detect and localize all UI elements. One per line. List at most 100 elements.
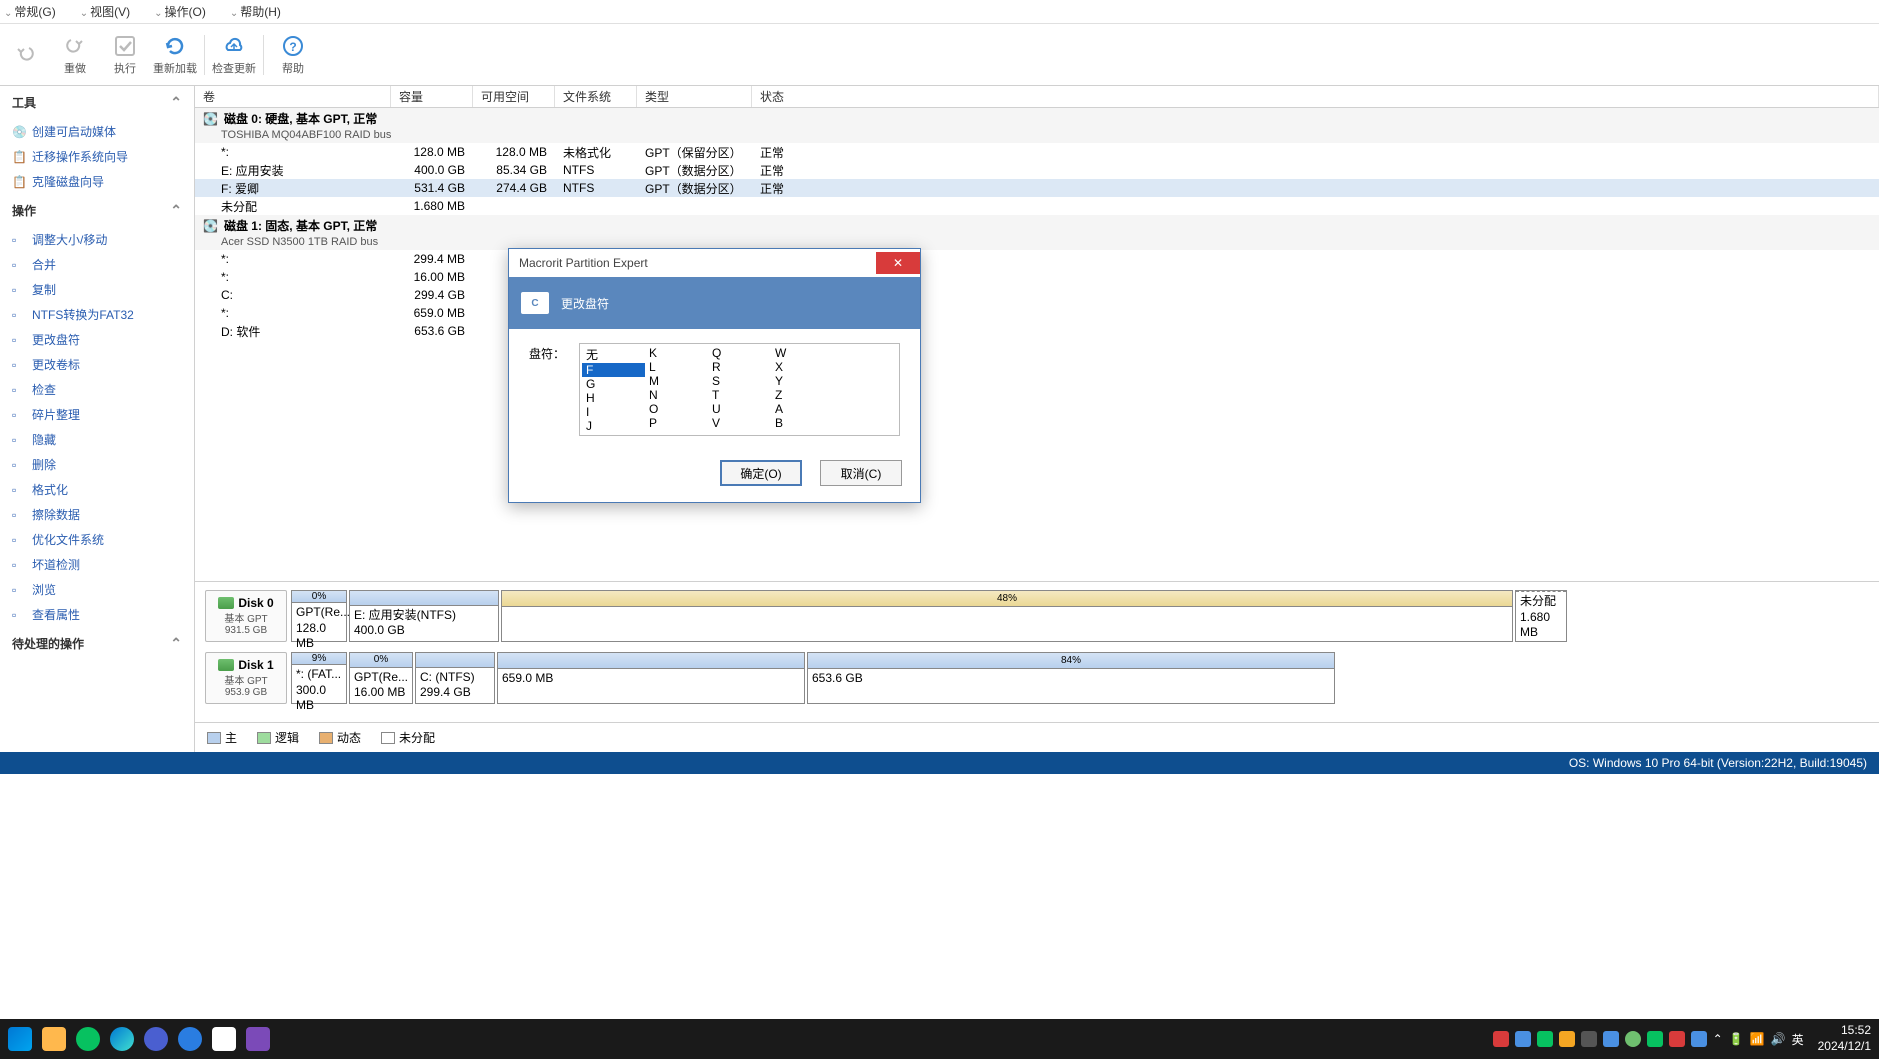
disk-header[interactable]: 💽磁盘 0: 硬盘, 基本 GPT, 正常	[195, 108, 1879, 129]
table-row[interactable]: *:299.4 MB27	[195, 250, 1879, 268]
letter-option[interactable]: W	[771, 346, 834, 360]
disk-map-label[interactable]: Disk 1基本 GPT953.9 GB	[205, 652, 287, 704]
sidebar-item-clone[interactable]: 📋克隆磁盘向导	[0, 169, 194, 194]
sidebar-item-op[interactable]: ▫查看属性	[0, 602, 194, 627]
start-button[interactable]	[8, 1027, 32, 1051]
tray-icon[interactable]	[1647, 1031, 1663, 1047]
sidebar-item-op[interactable]: ▫优化文件系统	[0, 527, 194, 552]
letter-option[interactable]: F	[582, 363, 645, 377]
tray-icon[interactable]	[1603, 1031, 1619, 1047]
table-row[interactable]: *:659.0 MB84	[195, 304, 1879, 322]
letter-option[interactable]: V	[708, 416, 771, 430]
sidebar-item-op[interactable]: ▫坏道检测	[0, 552, 194, 577]
sidebar-item-op[interactable]: ▫删除	[0, 452, 194, 477]
macrorit-icon[interactable]	[246, 1027, 270, 1051]
letter-option[interactable]: P	[645, 416, 708, 430]
table-row[interactable]: C:299.4 GB18	[195, 286, 1879, 304]
update-button[interactable]: 检查更新	[209, 25, 259, 85]
edge-icon[interactable]	[110, 1027, 134, 1051]
tray-icon[interactable]	[1493, 1031, 1509, 1047]
letter-option[interactable]: O	[645, 402, 708, 416]
close-button[interactable]: ✕	[876, 252, 920, 274]
explorer-icon[interactable]	[42, 1027, 66, 1051]
letter-option[interactable]: R	[708, 360, 771, 374]
col-filesystem[interactable]: 文件系统	[555, 86, 637, 107]
app-icon-3[interactable]	[212, 1027, 236, 1051]
menu-help[interactable]: ⌄帮助(H)	[230, 3, 293, 20]
battery-icon[interactable]: 🔋	[1729, 1032, 1744, 1046]
reload-button[interactable]: 重新加载	[150, 25, 200, 85]
sidebar-section-tools[interactable]: 工具⌃	[0, 86, 194, 119]
letter-option[interactable]: G	[582, 377, 645, 391]
letter-option[interactable]: Y	[771, 374, 834, 388]
ime-indicator[interactable]: 英	[1792, 1031, 1804, 1048]
partition-box[interactable]: 48%	[501, 590, 1513, 642]
letter-option[interactable]: X	[771, 360, 834, 374]
sidebar-item-op[interactable]: ▫合并	[0, 252, 194, 277]
letter-option[interactable]: Q	[708, 346, 771, 360]
letter-option[interactable]: J	[582, 419, 645, 433]
redo-button[interactable]: 重做	[50, 25, 100, 85]
sidebar-section-pending[interactable]: 待处理的操作⌃	[0, 627, 194, 660]
letter-option[interactable]: 无	[582, 346, 645, 363]
help-button[interactable]: ? 帮助	[268, 25, 318, 85]
col-volume[interactable]: 卷	[195, 86, 391, 107]
sidebar-item-bootable[interactable]: 💿创建可启动媒体	[0, 119, 194, 144]
wechat-icon[interactable]	[76, 1027, 100, 1051]
cancel-button[interactable]: 取消(C)	[820, 460, 902, 486]
col-capacity[interactable]: 容量	[391, 86, 473, 107]
sidebar-item-op[interactable]: ▫格式化	[0, 477, 194, 502]
letter-option[interactable]: H	[582, 391, 645, 405]
tray-icon[interactable]	[1691, 1031, 1707, 1047]
partition-box[interactable]: 9%*: (FAT...300.0 MB	[291, 652, 347, 704]
tray-icon[interactable]	[1625, 1031, 1641, 1047]
menu-operation[interactable]: ⌄操作(O)	[154, 3, 218, 20]
sidebar-section-ops[interactable]: 操作⌃	[0, 194, 194, 227]
sidebar-item-op[interactable]: ▫碎片整理	[0, 402, 194, 427]
sidebar-item-op[interactable]: ▫浏览	[0, 577, 194, 602]
disk-header[interactable]: 💽磁盘 1: 固态, 基本 GPT, 正常	[195, 215, 1879, 236]
sidebar-item-op[interactable]: ▫检查	[0, 377, 194, 402]
app-icon-2[interactable]	[178, 1027, 202, 1051]
tray-icon[interactable]	[1669, 1031, 1685, 1047]
sidebar-item-op[interactable]: ▫更改卷标	[0, 352, 194, 377]
tray-chevron-icon[interactable]: ⌃	[1713, 1032, 1723, 1046]
sidebar-item-migrate[interactable]: 📋迁移操作系统向导	[0, 144, 194, 169]
dialog-titlebar[interactable]: Macrorit Partition Expert ✕	[509, 249, 920, 277]
ok-button[interactable]: 确定(O)	[720, 460, 802, 486]
undo-button[interactable]	[0, 25, 50, 85]
letter-option[interactable]: A	[771, 402, 834, 416]
table-row[interactable]: 未分配1.680 MB	[195, 197, 1879, 215]
letter-option[interactable]: N	[645, 388, 708, 402]
letter-option[interactable]: M	[645, 374, 708, 388]
table-row[interactable]: *:16.00 MB16	[195, 268, 1879, 286]
letter-option[interactable]: B	[771, 416, 834, 430]
tray-icon[interactable]	[1581, 1031, 1597, 1047]
partition-box[interactable]: 84%653.6 GB	[807, 652, 1335, 704]
letter-option[interactable]: I	[582, 405, 645, 419]
partition-box[interactable]: E: 应用安装(NTFS)400.0 GB	[349, 590, 499, 642]
tray-icon[interactable]	[1537, 1031, 1553, 1047]
tray-icon[interactable]	[1559, 1031, 1575, 1047]
volume-icon[interactable]: 🔊	[1771, 1032, 1786, 1046]
table-row[interactable]: E: 应用安装400.0 GB85.34 GBNTFSGPT（数据分区）正常	[195, 161, 1879, 179]
menu-view[interactable]: ⌄视图(V)	[80, 3, 142, 20]
app-icon[interactable]	[144, 1027, 168, 1051]
sidebar-item-op[interactable]: ▫NTFS转换为FAT32	[0, 302, 194, 327]
col-free[interactable]: 可用空间	[473, 86, 555, 107]
tray-icon[interactable]	[1515, 1031, 1531, 1047]
sidebar-item-op[interactable]: ▫更改盘符	[0, 327, 194, 352]
letter-option[interactable]: S	[708, 374, 771, 388]
apply-button[interactable]: 执行	[100, 25, 150, 85]
letter-listbox[interactable]: 无FGHIJKLMNOPQRSTUVWXYZAB	[579, 343, 900, 436]
partition-box[interactable]: 0%GPT(Re...128.0 MB	[291, 590, 347, 642]
sidebar-item-op[interactable]: ▫隐藏	[0, 427, 194, 452]
partition-box[interactable]: 659.0 MB	[497, 652, 805, 704]
partition-box[interactable]: 0%GPT(Re...16.00 MB	[349, 652, 413, 704]
disk-map-label[interactable]: Disk 0基本 GPT931.5 GB	[205, 590, 287, 642]
col-type[interactable]: 类型	[637, 86, 752, 107]
col-status[interactable]: 状态	[752, 86, 1879, 107]
letter-option[interactable]: U	[708, 402, 771, 416]
table-row[interactable]: D: 软件653.6 GB10	[195, 322, 1879, 340]
partition-box[interactable]: C: (NTFS)299.4 GB	[415, 652, 495, 704]
